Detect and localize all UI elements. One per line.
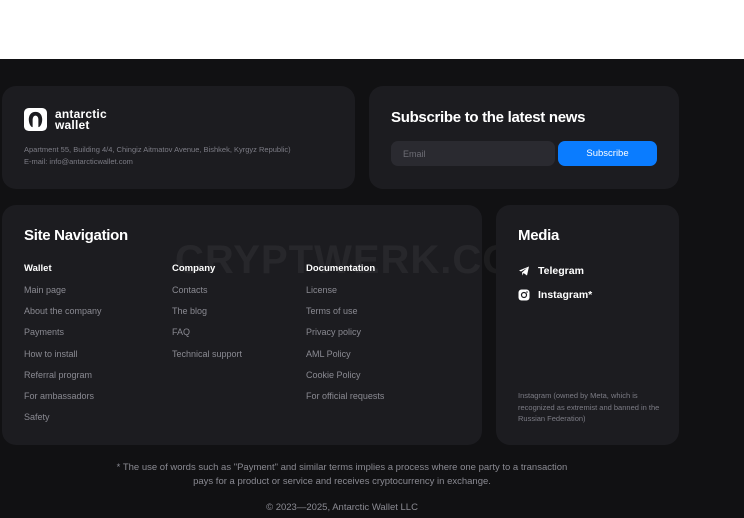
nav-link[interactable]: AML Policy (306, 348, 384, 369)
nav-column-heading: Company (172, 263, 216, 274)
disclaimer: * The use of words such as "Payment" and… (0, 461, 684, 489)
nav-link[interactable]: How to install (24, 348, 102, 369)
nav-link[interactable]: Main page (24, 284, 102, 305)
nav-link[interactable]: The blog (172, 305, 242, 326)
nav-link[interactable]: FAQ (172, 326, 242, 347)
media-card: Media Telegram Instagram* Instagram (own… (496, 205, 679, 445)
media-title: Media (518, 227, 560, 244)
nav-column-wallet: Wallet Main page About the company Payme… (24, 263, 102, 432)
instagram-link[interactable]: Instagram* (518, 289, 592, 301)
telegram-icon (519, 266, 529, 276)
nav-link[interactable]: License (306, 284, 384, 305)
top-white-area (0, 0, 744, 59)
nav-link[interactable]: Terms of use (306, 305, 384, 326)
logo-text: antarctic wallet (55, 108, 107, 132)
site-navigation-title: Site Navigation (24, 227, 128, 244)
instagram-note: Instagram (owned by Meta, which is recog… (518, 391, 660, 423)
nav-column-documentation: Documentation License Terms of use Priva… (306, 263, 384, 411)
instagram-icon (518, 289, 530, 301)
nav-link[interactable]: Privacy policy (306, 326, 384, 347)
nav-link[interactable]: For official requests (306, 390, 384, 411)
nav-link[interactable]: Safety (24, 411, 102, 432)
nav-link[interactable]: For ambassadors (24, 390, 102, 411)
telegram-label: Telegram (538, 265, 584, 277)
email-input[interactable] (391, 141, 555, 166)
nav-column-company: Company Contacts The blog FAQ Technical … (172, 263, 242, 369)
subscribe-title: Subscribe to the latest news (391, 109, 586, 126)
subscribe-button[interactable]: Subscribe (558, 141, 657, 166)
nav-link[interactable]: Referral program (24, 369, 102, 390)
logo-name-line2: wallet (55, 117, 90, 132)
telegram-link[interactable]: Telegram (518, 265, 584, 277)
nav-link[interactable]: About the company (24, 305, 102, 326)
company-address-block: Apartment 55, Building 4/4, Chingiz Aitm… (24, 144, 291, 168)
nav-column-heading: Documentation (306, 263, 376, 274)
nav-column-heading: Wallet (24, 263, 52, 274)
instagram-label: Instagram* (538, 289, 593, 301)
nav-link[interactable]: Cookie Policy (306, 369, 384, 390)
disclaimer-line: pays for a product or service and receiv… (193, 476, 491, 487)
copyright: © 2023—2025, Antarctic Wallet LLC (266, 502, 418, 513)
nav-link[interactable]: Payments (24, 326, 102, 347)
antarctic-logo-icon (24, 108, 47, 131)
logo[interactable]: antarctic wallet (24, 108, 107, 131)
nav-link[interactable]: Contacts (172, 284, 242, 305)
brand-card: antarctic wallet Apartment 55, Building … (2, 86, 355, 189)
site-navigation-card: Site Navigation Wallet Main page About t… (2, 205, 482, 445)
disclaimer-line: * The use of words such as "Payment" and… (116, 462, 568, 473)
company-email[interactable]: E-mail: info@antarcticwallet.com (24, 156, 291, 168)
nav-link[interactable]: Technical support (172, 348, 242, 369)
company-address: Apartment 55, Building 4/4, Chingiz Aitm… (24, 145, 291, 154)
subscribe-card: Subscribe to the latest news Subscribe (369, 86, 679, 189)
